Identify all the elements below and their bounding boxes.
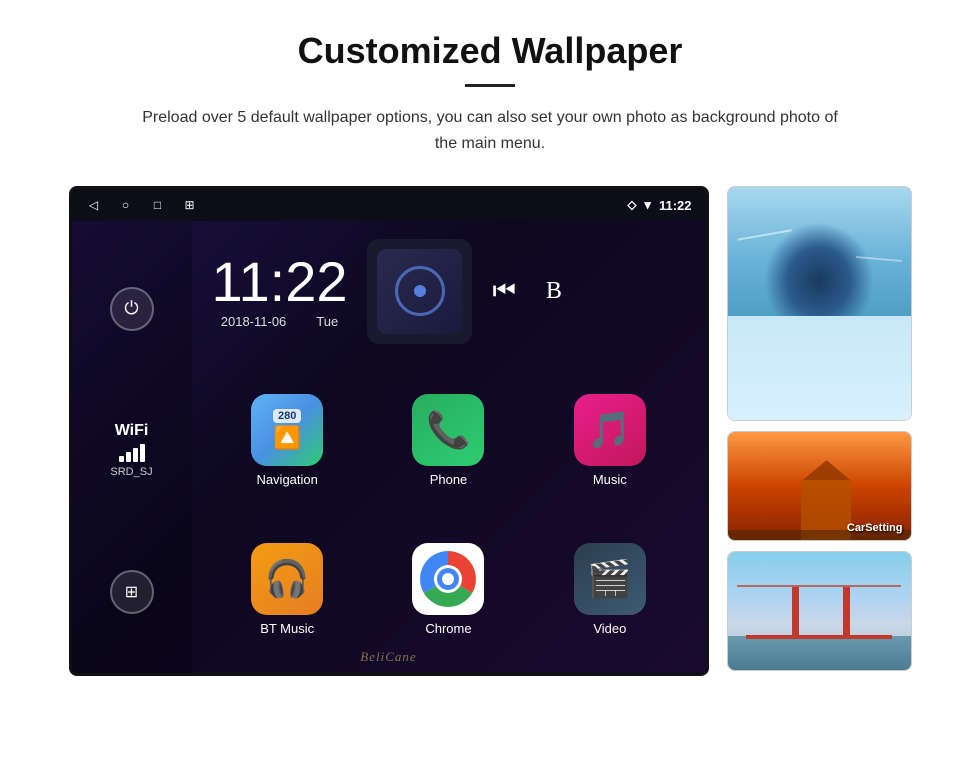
bridge-tower-left <box>792 587 799 639</box>
btmusic-symbol: 🎧 <box>265 558 310 600</box>
bluetooth-icon[interactable]: B <box>546 278 562 305</box>
clock-time: 11:22 <box>212 254 348 310</box>
navigation-icon: 280 🔼 <box>251 394 323 466</box>
apps-button[interactable]: ⊞ <box>110 570 154 614</box>
wallpaper-building-thumb[interactable]: CarSetting <box>727 431 912 541</box>
app-label-chrome: Chrome <box>425 621 471 636</box>
title-divider <box>465 84 515 87</box>
content-area: ◁ ○ □ ⊞ ⬦ ▾ 11:22 ⏻ <box>60 186 920 676</box>
btmusic-icon: 🎧 <box>251 543 323 615</box>
radio-dot <box>414 285 426 297</box>
location-icon: ⬦ <box>627 197 636 213</box>
app-item-navigation[interactable]: 280 🔼 Navigation <box>212 371 363 510</box>
wifi-label: WiFi <box>110 422 152 440</box>
home-icon: ○ <box>118 197 134 213</box>
app-item-video[interactable]: 🎬 Video <box>534 520 685 659</box>
clock-widget: 11:22 2018-11-06 Tue <box>212 254 348 329</box>
app-item-btmusic[interactable]: 🎧 BT Music <box>212 520 363 659</box>
app-label-navigation: Navigation <box>256 472 317 487</box>
wifi-bar-1 <box>119 456 124 462</box>
bridge-road <box>746 635 892 639</box>
wifi-bar-2 <box>126 452 131 462</box>
nav-arrow-icon: 🔼 <box>273 425 300 451</box>
radio-widget[interactable] <box>367 239 472 344</box>
wifi-bar-4 <box>140 444 145 462</box>
main-content: 11:22 2018-11-06 Tue <box>192 221 706 676</box>
bridge-water <box>728 636 911 671</box>
wallpaper-ice-thumb[interactable] <box>727 186 912 421</box>
phone-icon: 📞 <box>412 394 484 466</box>
status-bar: ◁ ○ □ ⊞ ⬦ ▾ 11:22 <box>72 189 706 221</box>
wifi-bars <box>110 444 152 462</box>
status-bar-right: ⬦ ▾ 11:22 <box>627 197 691 213</box>
signal-icon: ▾ <box>644 197 651 213</box>
phone-symbol: 📞 <box>426 409 471 451</box>
wallpaper-ice <box>728 187 911 421</box>
wallpaper-bridge <box>728 552 911 671</box>
music-symbol: 🎵 <box>587 409 632 451</box>
app-label-phone: Phone <box>430 472 468 487</box>
apps-icon: ⊞ <box>125 582 138 602</box>
back-icon: ◁ <box>86 197 102 213</box>
music-icon: 🎵 <box>574 394 646 466</box>
watermark: BeliCane <box>360 649 416 665</box>
app-item-chrome[interactable]: Chrome <box>373 520 524 659</box>
wallpaper-thumbnails: CarSetting <box>727 186 912 676</box>
radio-ring <box>395 266 445 316</box>
left-sidebar: ⏻ WiFi SRD_SJ ⊞ <box>72 221 192 676</box>
screenshot-icon: ⊞ <box>182 197 198 213</box>
building-roof <box>803 460 851 480</box>
nav-route-number: 280 <box>273 409 300 423</box>
app-label-video: Video <box>593 621 626 636</box>
video-symbol: 🎬 <box>587 558 632 600</box>
power-button[interactable]: ⏻ <box>110 287 154 331</box>
wifi-bar-3 <box>133 448 138 462</box>
top-widgets: 11:22 2018-11-06 Tue <box>192 221 706 361</box>
carsetting-label: CarSetting <box>847 522 903 534</box>
clock-date: 2018-11-06 Tue <box>212 314 348 329</box>
page-subtitle: Preload over 5 default wallpaper options… <box>140 105 840 156</box>
wifi-ssid: SRD_SJ <box>110 466 152 478</box>
wifi-widget: WiFi SRD_SJ <box>110 422 152 478</box>
ice-shelf <box>728 316 911 421</box>
video-icon: 🎬 <box>574 543 646 615</box>
chrome-icon <box>412 543 484 615</box>
app-item-phone[interactable]: 📞 Phone <box>373 371 524 510</box>
chrome-svg <box>412 543 484 615</box>
app-grid: 280 🔼 Navigation 📞 Phone <box>192 361 706 676</box>
radio-inner <box>377 249 462 334</box>
app-label-music: Music <box>593 472 627 487</box>
wallpaper-bridge-thumb[interactable] <box>727 551 912 671</box>
status-time: 11:22 <box>659 198 692 213</box>
clock-date-value: 2018-11-06 <box>221 314 287 329</box>
media-controls: ⏮ B <box>492 275 561 307</box>
recents-icon: □ <box>150 197 166 213</box>
cable-top-left <box>737 585 902 587</box>
page-title: Customized Wallpaper <box>298 30 683 72</box>
prev-track-icon[interactable]: ⏮ <box>492 275 515 307</box>
clock-day-value: Tue <box>316 314 338 329</box>
page-container: Customized Wallpaper Preload over 5 defa… <box>0 0 980 758</box>
screen-body: ⏻ WiFi SRD_SJ ⊞ <box>72 221 706 676</box>
android-screen: ◁ ○ □ ⊞ ⬦ ▾ 11:22 ⏻ <box>69 186 709 676</box>
app-label-btmusic: BT Music <box>260 621 314 636</box>
status-bar-left: ◁ ○ □ ⊞ <box>86 197 198 213</box>
bridge-tower-right <box>843 587 850 639</box>
app-item-music[interactable]: 🎵 Music <box>534 371 685 510</box>
power-icon: ⏻ <box>124 298 138 319</box>
